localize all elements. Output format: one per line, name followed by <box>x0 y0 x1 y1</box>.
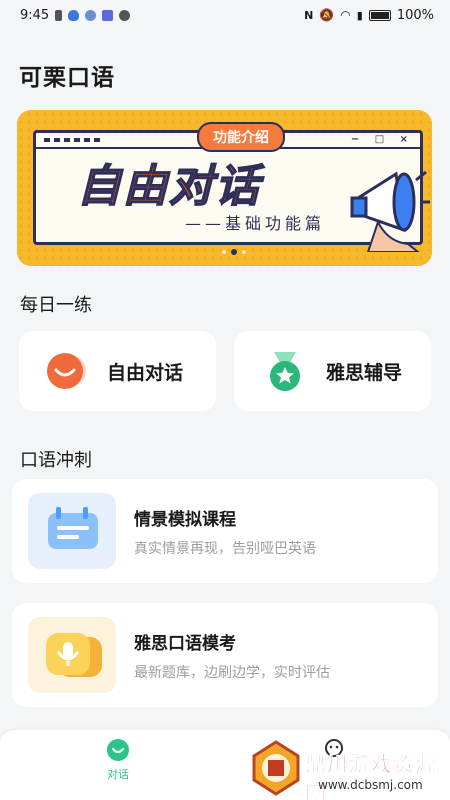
section-title-daily: 每日一练 <box>20 295 92 316</box>
status-time: 9:45 <box>20 7 50 23</box>
daily-item-label: 雅思辅导 <box>326 361 403 384</box>
shield-icon <box>68 9 80 21</box>
course-title: 情景模拟课程 <box>134 509 236 530</box>
banner-headline: 自由对话 <box>76 160 261 213</box>
calendar-icon <box>28 493 116 569</box>
signal-icon: ▮ <box>356 8 363 22</box>
course-title: 雅思口语模考 <box>134 633 236 654</box>
battery-icon <box>368 9 391 21</box>
watermark-url: www.dcbsmj.com <box>318 778 423 792</box>
megaphone-icon <box>350 170 430 252</box>
course-description: 最新题库，边刷边学，实时评估 <box>134 664 330 681</box>
window-controls-icon: − □ × <box>350 134 414 145</box>
page-title: 可栗口语 <box>19 65 115 91</box>
banner-tag: 功能介绍 <box>197 122 285 152</box>
status-bar: 9:45 N 🔕 ◠ ▮ 100% <box>0 0 450 30</box>
nfc-icon: N <box>304 8 314 22</box>
medal-star-icon <box>270 352 300 391</box>
battery-percent: 100% <box>396 7 434 23</box>
chat-face-icon <box>107 739 129 761</box>
microphone-chat-icon <box>28 617 116 693</box>
carousel-dot[interactable] <box>242 250 246 254</box>
tab-label: 对话 <box>107 768 129 781</box>
watermark-text: 鼎川游戏资源网 <box>305 752 437 800</box>
carousel-dot[interactable] <box>222 250 226 254</box>
wechat-icon <box>119 9 131 21</box>
cloud-icon <box>85 9 97 21</box>
section-title-sprint: 口语冲刺 <box>20 450 92 471</box>
usb-icon <box>55 9 63 21</box>
banner-subtitle: ——基础功能篇 <box>185 214 326 233</box>
mute-icon: 🔕 <box>319 8 335 22</box>
wifi-icon: ◠ <box>340 8 351 22</box>
ielts-mock-card[interactable]: 雅思口语模考 最新题库，边刷边学，实时评估 <box>12 603 438 707</box>
course-description: 真实情景再现，告别哑巴英语 <box>134 540 316 557</box>
site-watermark: 鼎川游戏资源网 www.dcbsmj.com <box>250 740 450 800</box>
tab-chat[interactable]: 对话 <box>106 738 130 782</box>
app-badge-icon <box>102 9 114 21</box>
carousel-dot-active[interactable] <box>231 249 237 255</box>
carousel-indicator[interactable] <box>222 249 246 255</box>
watermark-logo-icon <box>252 740 300 796</box>
feature-banner[interactable]: − □ × 功能介绍 自由对话 ——基础功能篇 <box>17 110 432 266</box>
daily-ielts-card[interactable]: 雅思辅导 <box>234 331 431 411</box>
daily-free-talk-card[interactable]: 自由对话 <box>19 331 216 411</box>
daily-item-label: 自由对话 <box>107 361 184 384</box>
smile-face-icon <box>47 353 86 389</box>
scenario-course-card[interactable]: 情景模拟课程 真实情景再现，告别哑巴英语 <box>12 479 438 583</box>
